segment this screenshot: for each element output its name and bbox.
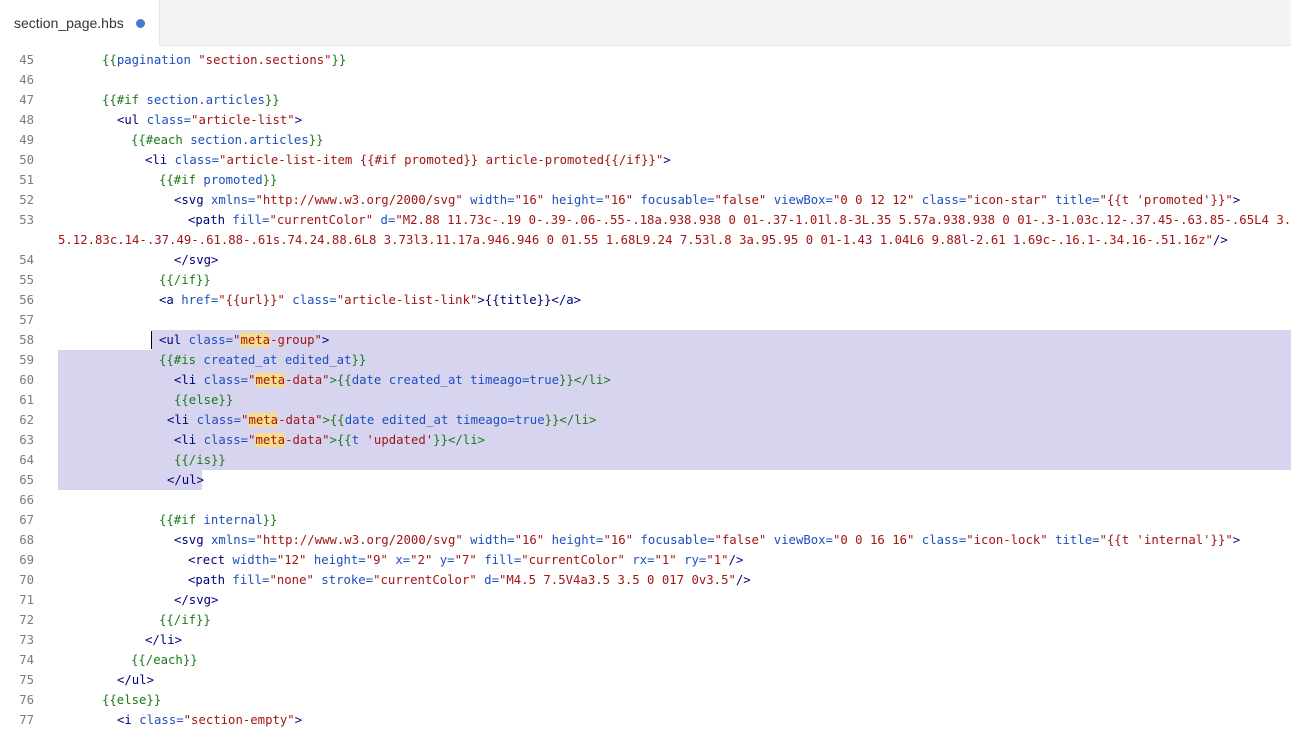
- code-line-selected: 62 <li class="meta-data">{{date edited_at…: [0, 410, 1291, 430]
- line-number: 68: [19, 533, 34, 547]
- line-number: 62: [19, 413, 34, 427]
- search-match: meta: [248, 413, 279, 427]
- code-line: 49 {{#each section.articles}}: [0, 130, 1291, 150]
- selection: [58, 390, 1291, 410]
- search-match: meta: [240, 333, 271, 347]
- code-line: 71 </svg>: [0, 590, 1291, 610]
- line-number: 69: [19, 553, 34, 567]
- line-number: 47: [19, 93, 34, 107]
- code-line: 45 {{pagination "section.sections"}}: [0, 50, 1291, 70]
- code-editor[interactable]: 45 {{pagination "section.sections"}} 46 4…: [0, 46, 1291, 730]
- line-number: 75: [19, 673, 34, 687]
- code-line: 76 {{else}}: [0, 690, 1291, 710]
- line-number: 72: [19, 613, 34, 627]
- search-match: meta: [255, 373, 286, 387]
- line-number: 54: [19, 253, 34, 267]
- code-line: 74 {{/each}}: [0, 650, 1291, 670]
- line-number: 74: [19, 653, 34, 667]
- line-number: 66: [19, 493, 34, 507]
- tab-section-page[interactable]: section_page.hbs: [0, 0, 160, 46]
- code-line: 50 <li class="article-list-item {{#if pro…: [0, 150, 1291, 170]
- line-number: 56: [19, 293, 34, 307]
- line-number: 60: [19, 373, 34, 387]
- code-line: 77 <i class="section-empty">: [0, 710, 1291, 730]
- tab-label: section_page.hbs: [14, 15, 124, 31]
- line-number: 67: [19, 513, 34, 527]
- line-number: 50: [19, 153, 34, 167]
- code-line-selected: 61 {{else}}: [0, 390, 1291, 410]
- code-line: 73 </li>: [0, 630, 1291, 650]
- code-line: 46: [0, 70, 1291, 90]
- code-line: 52 <svg xmlns="http://www.w3.org/2000/svg…: [0, 190, 1291, 210]
- line-number: 45: [19, 53, 34, 67]
- search-match: meta: [255, 433, 286, 447]
- text-cursor: [151, 331, 152, 349]
- selection: [58, 450, 1291, 470]
- line-number: 77: [19, 713, 34, 727]
- line-number: 73: [19, 633, 34, 647]
- code-line-selected: 59 {{#is created_at edited_at}}: [0, 350, 1291, 370]
- line-number: 46: [19, 73, 34, 87]
- code-line: 75 </ul>: [0, 670, 1291, 690]
- code-line-selected: 58 <ul class="meta-group">: [0, 330, 1291, 350]
- line-number: 76: [19, 693, 34, 707]
- line-number: 48: [19, 113, 34, 127]
- line-number: 58: [19, 333, 34, 347]
- line-number: 57: [19, 313, 34, 327]
- line-number: 63: [19, 433, 34, 447]
- code-line: 68 <svg xmlns="http://www.w3.org/2000/svg…: [0, 530, 1291, 550]
- code-line: 51 {{#if promoted}}: [0, 170, 1291, 190]
- line-number: 53: [19, 213, 34, 227]
- code-line: 48 <ul class="article-list">: [0, 110, 1291, 130]
- code-line-selected: 63 <li class="meta-data">{{t 'updated'}}<…: [0, 430, 1291, 450]
- line-number: 70: [19, 573, 34, 587]
- code-line: 57: [0, 310, 1291, 330]
- line-number: 65: [19, 473, 34, 487]
- line-number: 49: [19, 133, 34, 147]
- code-line-selected: 64 {{/is}}: [0, 450, 1291, 470]
- line-number: 61: [19, 393, 34, 407]
- code-line-selected: 60 <li class="meta-data">{{date created_a…: [0, 370, 1291, 390]
- code-line: 70 <path fill="none" stroke="currentColor…: [0, 570, 1291, 590]
- line-number: 51: [19, 173, 34, 187]
- code-line: 67 {{#if internal}}: [0, 510, 1291, 530]
- line-number: 64: [19, 453, 34, 467]
- code-line: 53 <path fill="currentColor" d="M2.88 11.…: [0, 210, 1291, 230]
- code-line: 47 {{#if section.articles}}: [0, 90, 1291, 110]
- line-number: 71: [19, 593, 34, 607]
- unsaved-dot-icon[interactable]: [135, 18, 145, 28]
- code-line: 54 </svg>: [0, 250, 1291, 270]
- line-number: 55: [19, 273, 34, 287]
- code-line: 69 <rect width="12" height="9" x="2" y="7…: [0, 550, 1291, 570]
- code-line-wrap: 5.12.83c.14-.37.49-.61.88-.61s.74.24.88.…: [58, 233, 1228, 247]
- code-line: 55 {{/if}}: [0, 270, 1291, 290]
- line-number: 59: [19, 353, 34, 367]
- line-number: 52: [19, 193, 34, 207]
- code-line: 72 {{/if}}: [0, 610, 1291, 630]
- code-line-selected: 65 </ul>: [0, 470, 1291, 490]
- code-line: 66: [0, 490, 1291, 510]
- tab-bar: section_page.hbs: [0, 0, 1291, 46]
- code-line: 56 <a href="{{url}}" class="article-list-…: [0, 290, 1291, 310]
